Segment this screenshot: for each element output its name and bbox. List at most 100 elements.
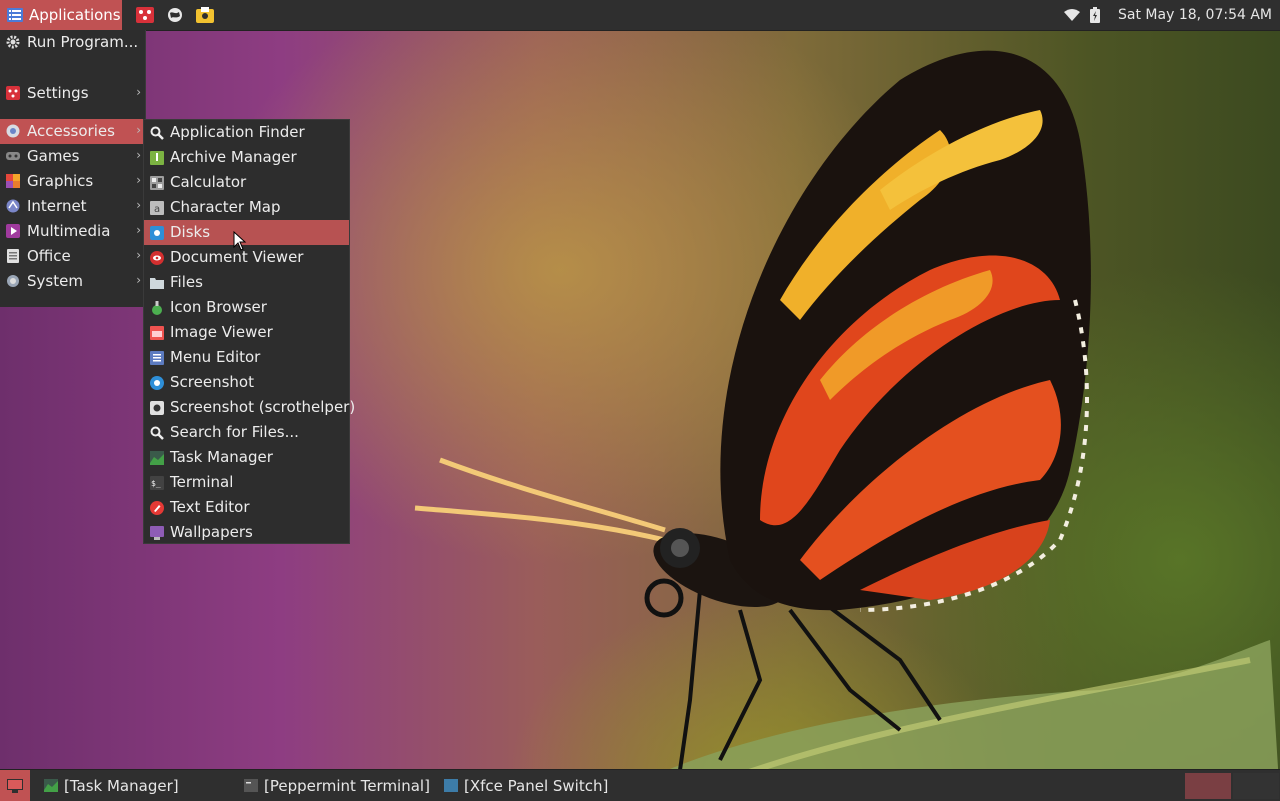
menu-item-label: Office	[27, 247, 71, 265]
menu-item-system[interactable]: System ›	[0, 269, 145, 294]
archive-icon	[150, 151, 164, 165]
menu-item-label: Terminal	[170, 473, 234, 491]
system-icon	[7, 275, 19, 287]
chevron-right-icon: ›	[136, 273, 141, 287]
chevron-right-icon: ›	[136, 198, 141, 212]
menu-item-label: Screenshot	[170, 373, 254, 391]
menu-item-label: Image Viewer	[170, 323, 273, 341]
menu-item-calculator[interactable]: Calculator	[144, 170, 349, 195]
battery-icon[interactable]	[1090, 7, 1101, 23]
menu-item-label: Search for Files...	[170, 423, 299, 441]
screenshot-helper-icon	[150, 401, 164, 415]
menu-item-games[interactable]: Games ›	[0, 144, 145, 169]
screenshot-icon	[150, 376, 164, 390]
menu-editor-icon	[150, 351, 164, 365]
desktop-icon	[7, 779, 23, 793]
image-viewer-icon	[150, 326, 164, 340]
files-launcher[interactable]	[195, 5, 215, 25]
menu-item-label: Files	[170, 273, 203, 291]
menu-item-files[interactable]: Files	[144, 270, 349, 295]
applications-menu-button[interactable]: Applications	[0, 0, 122, 30]
ice-icon	[136, 7, 154, 23]
system-tray: Sat May 18, 07:54 AM	[1064, 0, 1272, 30]
menu-item-label: Accessories	[27, 122, 115, 140]
icon-browser-icon	[152, 301, 162, 315]
folder-icon	[150, 278, 164, 289]
character-map-icon: a	[150, 201, 164, 215]
workspace-2[interactable]	[1233, 773, 1279, 799]
menu-item-label: Archive Manager	[170, 148, 297, 166]
menu-item-settings[interactable]: Settings ›	[0, 81, 145, 106]
chevron-right-icon: ›	[136, 173, 141, 187]
menu-item-office[interactable]: Office ›	[0, 244, 145, 269]
task-button-task-manager[interactable]: [Task Manager]	[44, 770, 179, 801]
applications-label: Applications	[29, 6, 121, 24]
menu-item-terminal[interactable]: $_ Terminal	[144, 470, 349, 495]
menu-list-icon	[7, 8, 23, 22]
menu-item-run-program[interactable]: Run Program...	[0, 30, 145, 55]
disks-icon	[150, 226, 164, 240]
wifi-icon[interactable]	[1064, 9, 1081, 21]
menu-item-label: Text Editor	[170, 498, 250, 516]
applications-menu: Run Program... Settings › Accessories › …	[0, 30, 146, 307]
bottom-panel: [Task Manager] [Peppermint Terminal] [Xf…	[0, 769, 1280, 801]
chevron-right-icon: ›	[136, 248, 141, 262]
menu-item-screenshot-scrothelper[interactable]: Screenshot (scrothelper)	[144, 395, 355, 420]
task-label: [Xfce Panel Switch]	[464, 776, 609, 795]
chevron-right-icon: ›	[136, 123, 141, 137]
terminal-icon	[244, 779, 258, 792]
menu-item-screenshot[interactable]: Screenshot	[144, 370, 349, 395]
menu-item-task-manager[interactable]: Task Manager	[144, 445, 349, 470]
task-button-peppermint-terminal[interactable]: [Peppermint Terminal]	[244, 770, 430, 801]
menu-item-label: Character Map	[170, 198, 281, 216]
task-label: [Peppermint Terminal]	[264, 776, 430, 795]
menu-item-label: Application Finder	[170, 123, 305, 141]
top-panel: Applications Sat May 18, 07:54 AM	[0, 0, 1280, 31]
task-manager-icon	[44, 779, 58, 792]
menu-item-internet[interactable]: Internet ›	[0, 194, 145, 219]
menu-item-character-map[interactable]: a Character Map	[144, 195, 349, 220]
office-icon	[7, 249, 19, 263]
menu-item-label: Internet	[27, 197, 87, 215]
terminal-icon: $_	[150, 476, 164, 490]
menu-item-wallpapers[interactable]: Wallpapers	[144, 520, 349, 545]
menu-item-application-finder[interactable]: Application Finder	[144, 120, 349, 145]
menu-item-label: Menu Editor	[170, 348, 261, 366]
menu-item-label: Settings	[27, 84, 89, 102]
menu-item-archive-manager[interactable]: Archive Manager	[144, 145, 349, 170]
mouse-cursor-icon	[233, 231, 247, 251]
multimedia-icon	[6, 224, 20, 238]
gear-icon	[6, 35, 20, 49]
wallpapers-icon	[150, 526, 164, 540]
chevron-right-icon: ›	[136, 148, 141, 162]
menu-item-label: Icon Browser	[170, 298, 267, 316]
menu-item-label: Disks	[170, 223, 211, 241]
menu-item-search-for-files[interactable]: Search for Files...	[144, 420, 349, 445]
svg-text:$_: $_	[151, 479, 161, 488]
chevron-right-icon: ›	[136, 223, 141, 237]
accessories-submenu: Application Finder Archive Manager Calcu…	[143, 119, 355, 545]
files-icon	[196, 7, 214, 23]
menu-item-label: Games	[27, 147, 80, 165]
menu-item-accessories[interactable]: Accessories ›	[0, 119, 145, 144]
menu-item-icon-browser[interactable]: Icon Browser	[144, 295, 349, 320]
ice-launcher[interactable]	[135, 5, 155, 25]
workspace-1[interactable]	[1185, 773, 1231, 799]
task-button-xfce-panel-switch[interactable]: [Xfce Panel Switch]	[444, 770, 608, 801]
chevron-right-icon: ›	[136, 85, 141, 99]
text-editor-icon	[150, 501, 164, 515]
menu-item-label: Wallpapers	[170, 523, 253, 541]
menu-item-text-editor[interactable]: Text Editor	[144, 495, 349, 520]
calculator-icon	[150, 176, 164, 190]
search-icon	[150, 126, 164, 140]
clock[interactable]: Sat May 18, 07:54 AM	[1118, 7, 1272, 23]
menu-item-image-viewer[interactable]: Image Viewer	[144, 320, 349, 345]
svg-text:a: a	[154, 204, 160, 215]
menu-item-graphics[interactable]: Graphics ›	[0, 169, 145, 194]
browser-launcher[interactable]	[165, 5, 185, 25]
panel-switch-icon	[444, 779, 458, 792]
menu-item-multimedia[interactable]: Multimedia ›	[0, 219, 145, 244]
menu-item-menu-editor[interactable]: Menu Editor	[144, 345, 349, 370]
show-desktop-button[interactable]	[0, 770, 30, 801]
document-viewer-icon	[150, 251, 164, 265]
